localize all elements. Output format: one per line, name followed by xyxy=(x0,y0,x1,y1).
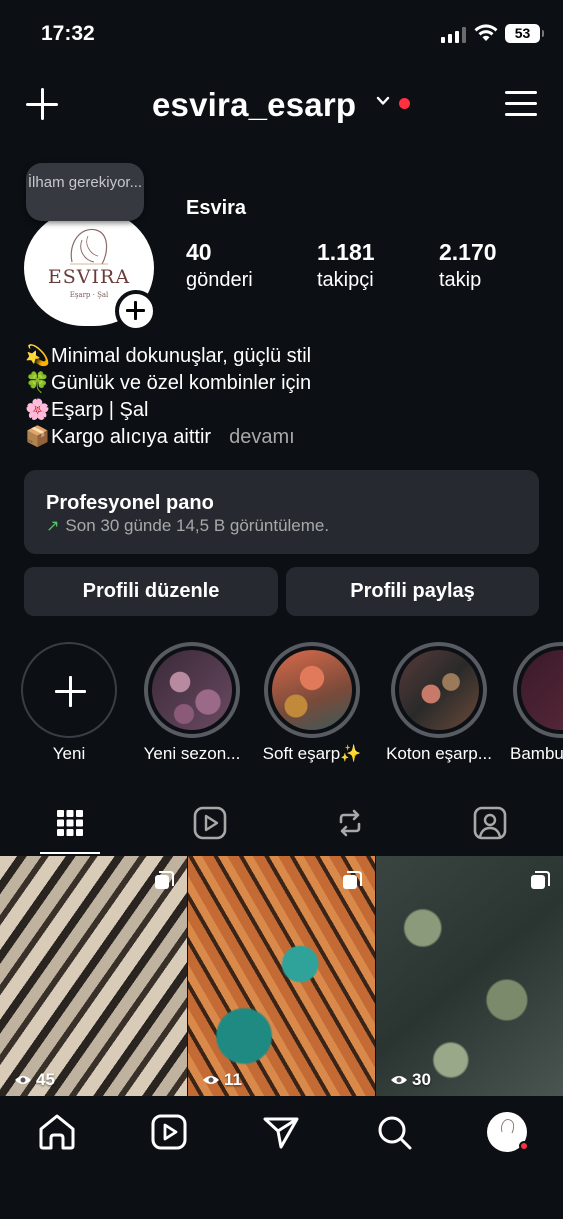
view-count-value: 30 xyxy=(412,1070,431,1089)
stat-label: takipçi xyxy=(317,269,374,291)
profile-header-bar: esvira_esarp xyxy=(0,70,563,140)
bio: 💫Minimal dokunuşlar, güçlü stil 🍀Günlük … xyxy=(24,343,544,451)
bio-line: 💫Minimal dokunuşlar, güçlü stil xyxy=(24,343,544,370)
highlight-new[interactable]: Yeni xyxy=(19,642,119,764)
eye-icon xyxy=(203,1076,219,1084)
stat-value: 2.170 xyxy=(439,239,497,265)
battery-indicator: 53 xyxy=(505,24,544,43)
grid-icon xyxy=(57,810,83,836)
post-view-count: 45 xyxy=(14,1070,55,1090)
wifi-icon xyxy=(474,24,498,41)
highlight-item[interactable]: Soft eşarp✨ xyxy=(256,642,368,764)
stat-value: 40 xyxy=(186,239,212,265)
highlight-item[interactable]: Yeni sezon... xyxy=(142,642,242,764)
reposts-icon xyxy=(339,809,361,837)
bio-line: 📦Kargo alıcıya aittir devamı xyxy=(24,424,544,451)
bio-line: 🍀Günlük ve özel kombinler için xyxy=(24,370,544,397)
stat-value: 1.181 xyxy=(317,239,375,265)
grid-post[interactable]: 11 xyxy=(188,856,375,1096)
hamburger-menu-icon[interactable] xyxy=(505,91,537,117)
stat-following[interactable]: 2.170 takip xyxy=(439,239,497,292)
post-image xyxy=(188,856,375,1096)
clover-emoji-icon: 🍀 xyxy=(25,372,50,394)
reels-icon xyxy=(193,806,227,840)
highlight-cover xyxy=(521,650,563,730)
carousel-icon xyxy=(343,871,362,889)
note-text: İlham gerekiyor... xyxy=(27,174,143,191)
stat-followers[interactable]: 1.181 takipçi xyxy=(317,239,375,292)
flower-emoji-icon: 🌸 xyxy=(25,399,50,421)
grid-post[interactable]: 45 xyxy=(0,856,187,1096)
view-count-value: 11 xyxy=(224,1070,242,1089)
stat-label: gönderi xyxy=(186,269,253,291)
notification-dot xyxy=(399,98,410,109)
view-count-value: 45 xyxy=(36,1070,55,1089)
plus-icon xyxy=(28,649,110,731)
sparkle-emoji-icon: 💫 xyxy=(25,345,50,367)
highlight-cover xyxy=(152,650,232,730)
search-icon[interactable] xyxy=(372,1110,416,1154)
status-time: 17:32 xyxy=(41,22,95,45)
pro-dashboard-title: Profesyonel pano xyxy=(46,492,214,514)
stat-posts[interactable]: 40 gönderi xyxy=(186,239,253,292)
tab-reposts[interactable] xyxy=(320,798,380,852)
package-emoji-icon: 📦 xyxy=(25,426,50,448)
highlight-cover xyxy=(272,650,352,730)
chevron-down-icon[interactable] xyxy=(376,94,390,108)
reels-icon[interactable] xyxy=(147,1110,191,1154)
post-view-count: 30 xyxy=(390,1070,431,1090)
avatar-logo-text: ESVIRA xyxy=(47,266,131,288)
bottom-navigation xyxy=(0,1096,563,1219)
post-image xyxy=(376,856,563,1096)
profile-tabs xyxy=(0,798,563,856)
bio-text: Minimal dokunuşlar, güçlü stil xyxy=(51,345,312,367)
highlight-label: Koton eşarp... xyxy=(386,744,492,763)
create-plus-icon[interactable] xyxy=(26,88,58,120)
grid-post[interactable]: 30 xyxy=(376,856,563,1096)
notification-dot xyxy=(519,1141,529,1151)
bio-more-link[interactable]: devamı xyxy=(229,426,295,448)
username-switcher[interactable]: esvira_esarp xyxy=(152,86,356,124)
eye-icon xyxy=(15,1076,31,1084)
tab-tagged[interactable] xyxy=(460,798,520,852)
send-icon[interactable] xyxy=(259,1110,303,1154)
cellular-signal-icon xyxy=(441,27,467,43)
bio-line: 🌸Eşarp | Şal xyxy=(24,397,544,424)
post-image xyxy=(0,856,187,1096)
pro-dashboard-views: Son 30 günde 14,5 B görüntüleme. xyxy=(65,516,330,535)
bio-text: Kargo alıcıya aittir xyxy=(51,426,212,448)
carousel-icon xyxy=(155,871,174,889)
stat-label: takip xyxy=(439,269,482,291)
display-name: Esvira xyxy=(186,197,247,219)
professional-dashboard-card[interactable]: Profesyonel pano ↗ Son 30 günde 14,5 B gö… xyxy=(24,470,539,554)
bio-text: Günlük ve özel kombinler için xyxy=(51,372,312,394)
highlight-cover xyxy=(399,650,479,730)
add-story-button[interactable] xyxy=(115,290,157,332)
share-profile-button[interactable]: Profili paylaş xyxy=(286,567,539,616)
pro-dashboard-subtitle: ↗ Son 30 günde 14,5 B görüntüleme. xyxy=(46,516,329,536)
tagged-icon xyxy=(473,806,507,840)
home-icon[interactable] xyxy=(35,1110,79,1154)
eye-icon xyxy=(391,1076,407,1084)
active-tab-indicator xyxy=(40,852,100,854)
status-bar: 17:32 53 xyxy=(0,0,563,70)
post-view-count: 11 xyxy=(202,1070,242,1090)
highlight-label: Soft eşarp✨ xyxy=(262,744,362,763)
carousel-icon xyxy=(531,871,550,889)
trend-up-icon: ↗ xyxy=(46,518,60,535)
highlight-label: Yeni xyxy=(52,744,86,763)
highlight-label: Bambu xyxy=(510,744,563,763)
bio-text: Eşarp | Şal xyxy=(51,399,149,421)
posts-grid: 45 11 30 xyxy=(0,856,563,1096)
edit-profile-button[interactable]: Profili düzenle xyxy=(24,567,278,616)
note-bubble[interactable]: İlham gerekiyor... xyxy=(26,163,144,221)
highlight-label: Yeni sezon... xyxy=(143,744,241,763)
tab-reels[interactable] xyxy=(180,798,240,852)
highlight-item[interactable]: Bambu xyxy=(510,642,563,764)
highlight-item[interactable]: Koton eşarp... xyxy=(380,642,498,764)
tab-posts-grid[interactable] xyxy=(40,798,100,852)
